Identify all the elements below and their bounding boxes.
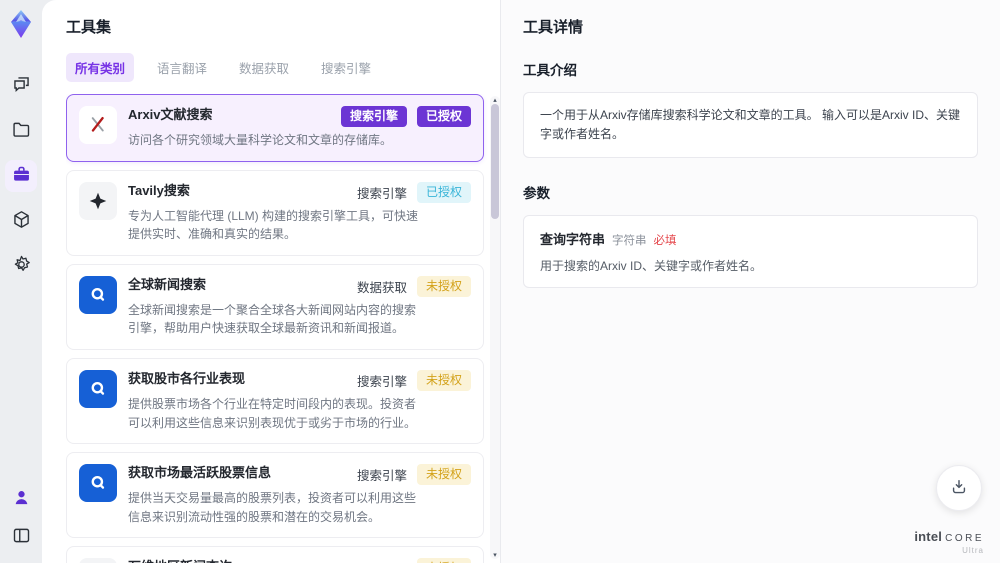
tool-body: 全球新闻搜索 数据获取 未授权 全球新闻搜索是一个聚合全球各大新闻网站内容的搜索… [128,275,471,338]
detail-title: 工具详情 [523,19,584,36]
news-search-logo-icon [79,464,117,503]
app-logo-icon [4,8,38,42]
sidebar-bottom [5,483,37,553]
tool-description: 全球新闻搜索是一个聚合全球各大新闻网站内容的搜索引擎，帮助用户快速获取全球最新资… [128,302,417,336]
panel-icon [11,525,32,549]
category-label: 数据获取 [356,280,407,295]
tool-card-sector-performance[interactable]: 获取股市各行业表现 搜索引擎 未授权 提供股票市场各个行业在特定时间段内的表现。… [66,357,484,445]
intro-heading: 工具介绍 [523,63,577,78]
tool-detail-panel: 工具详情 工具介绍 一个用于从Arxiv存储库搜索科学论文和文章的工具。 输入可… [500,0,1000,563]
tool-name: 获取股市各行业表现 [128,370,246,386]
sidebar-item-profile[interactable] [5,483,37,515]
tool-body: Tavily搜索 搜索引擎 已授权 专为人工智能代理 (LLM) 构建的搜索引擎… [128,181,471,244]
tool-card-active-stocks[interactable]: 获取市场最活跃股票信息 搜索引擎 未授权 提供当天交易量最高的股票列表，投资者可… [66,452,484,539]
status-badge: 已授权 [416,106,471,127]
tab-data-fetch[interactable]: 数据获取 [230,53,298,82]
sidebar-item-files[interactable] [5,115,37,147]
category-label: 搜索引擎 [356,186,407,201]
intel-core-logo: intel CORE Ultra [914,530,984,555]
status-badge: 未授权 [416,369,471,391]
params-heading: 参数 [523,186,550,202]
sidebar-item-collapse[interactable] [5,521,37,553]
param-description: 用于搜索的Arxiv ID、关键字或作者姓名。 [540,259,763,274]
category-label: 搜索引擎 [356,469,407,484]
category-badge: 搜索引擎 [340,106,407,127]
download-button[interactable] [936,465,982,511]
tab-search-engine[interactable]: 搜索引擎 [312,53,380,82]
sparkle-icon [79,181,117,220]
tool-description: 提供股票市场各个行业在特定时间段内的表现。投资者可以利用这些信息来识别表现优于或… [128,396,417,430]
cube-icon [11,209,32,233]
page-title: 工具集 [66,19,112,36]
newspaper-icon [79,558,117,563]
user-icon [11,487,32,511]
status-badge: 未授权 [416,558,471,563]
sidebar-item-models[interactable] [5,205,37,237]
tool-body: 万维地区新闻查询 搜索引擎 未授权 查询具体行政区划内的新闻，快速了解各地新闻动… [128,558,471,563]
scroll-down-icon[interactable]: ▾ [490,551,500,559]
tool-description: 提供当天交易量最高的股票列表，投资者可以利用这些信息来识别流动性强的股票和潜在的… [128,491,417,524]
sidebar-item-tools[interactable] [5,160,37,192]
gear-icon [11,254,32,278]
intel-sub-label: Ultra [962,546,984,555]
briefcase-icon [11,164,32,188]
news-search-logo-icon [79,369,117,408]
scroll-up-icon[interactable]: ▴ [490,96,500,104]
sidebar [0,0,42,563]
tool-name: Tavily搜索 [128,182,190,198]
tool-name: 获取市场最活跃股票信息 [128,465,272,481]
param-required-flag: 必填 [653,235,677,248]
tool-intro-text: 一个用于从Arxiv存储库搜索科学论文和文章的工具。 输入可以是Arxiv ID… [523,92,978,159]
download-icon [949,477,969,500]
tool-description: 访问各个研究领域大量科学论文和文章的存储库。 [128,133,393,147]
status-badge: 未授权 [416,275,471,297]
tool-body: 获取股市各行业表现 搜索引擎 未授权 提供股票市场各个行业在特定时间段内的表现。… [128,369,471,432]
app-window: 工具集 所有类别 语言翻译 数据获取 搜索引擎 Arxiv文献搜索 搜索引擎 已… [0,0,1000,563]
tool-body: 获取市场最活跃股票信息 搜索引擎 未授权 提供当天交易量最高的股票列表，投资者可… [128,464,471,526]
tab-translation[interactable]: 语言翻译 [148,53,216,82]
status-badge: 已授权 [416,181,471,203]
main-content: 工具集 所有类别 语言翻译 数据获取 搜索引擎 Arxiv文献搜索 搜索引擎 已… [42,0,1000,563]
param-card: 查询字符串 字符串 必填 用于搜索的Arxiv ID、关键字或作者姓名。 [523,215,978,289]
tool-body: Arxiv文献搜索 搜索引擎 已授权 访问各个研究领域大量科学论文和文章的存储库… [128,106,471,150]
scrollbar-thumb[interactable] [491,104,499,219]
category-label: 搜索引擎 [357,559,407,563]
tool-card-global-news[interactable]: 全球新闻搜索 数据获取 未授权 全球新闻搜索是一个聚合全球各大新闻网站内容的搜索… [66,263,484,350]
folder-icon [11,119,32,143]
param-type: 字符串 [612,235,647,248]
tool-card-regional-news[interactable]: 万维地区新闻查询 搜索引擎 未授权 查询具体行政区划内的新闻，快速了解各地新闻动… [66,546,484,563]
tab-all-categories[interactable]: 所有类别 [66,53,135,82]
news-search-logo-icon [79,275,117,314]
sidebar-item-settings[interactable] [5,250,37,282]
arxiv-icon [79,106,117,144]
sidebar-nav [5,70,37,282]
param-name: 查询字符串 [540,232,606,248]
tool-card-tavily[interactable]: Tavily搜索 搜索引擎 已授权 专为人工智能代理 (LLM) 构建的搜索引擎… [66,169,484,256]
core-wordmark: CORE [945,533,984,544]
tool-card-arxiv[interactable]: Arxiv文献搜索 搜索引擎 已授权 访问各个研究领域大量科学论文和文章的存储库… [66,94,484,162]
chat-icon [11,74,32,98]
tool-description: 专为人工智能代理 (LLM) 构建的搜索引擎工具，可快速提供实时、准确和真实的结… [128,208,419,242]
category-tabs: 所有类别 语言翻译 数据获取 搜索引擎 [66,53,500,82]
intel-wordmark: intel [914,529,943,544]
sidebar-item-chat[interactable] [5,70,37,102]
list-scrollbar[interactable]: ▴ ▾ [490,96,500,559]
tool-name: Arxiv文献搜索 [128,107,213,122]
status-badge: 未授权 [416,464,471,486]
tool-name: 全球新闻搜索 [128,276,207,292]
tool-name: 万维地区新闻查询 [128,558,232,563]
tools-panel: 工具集 所有类别 语言翻译 数据获取 搜索引擎 Arxiv文献搜索 搜索引擎 已… [42,0,500,563]
tool-list: Arxiv文献搜索 搜索引擎 已授权 访问各个研究领域大量科学论文和文章的存储库… [66,94,500,563]
category-label: 搜索引擎 [356,374,407,389]
